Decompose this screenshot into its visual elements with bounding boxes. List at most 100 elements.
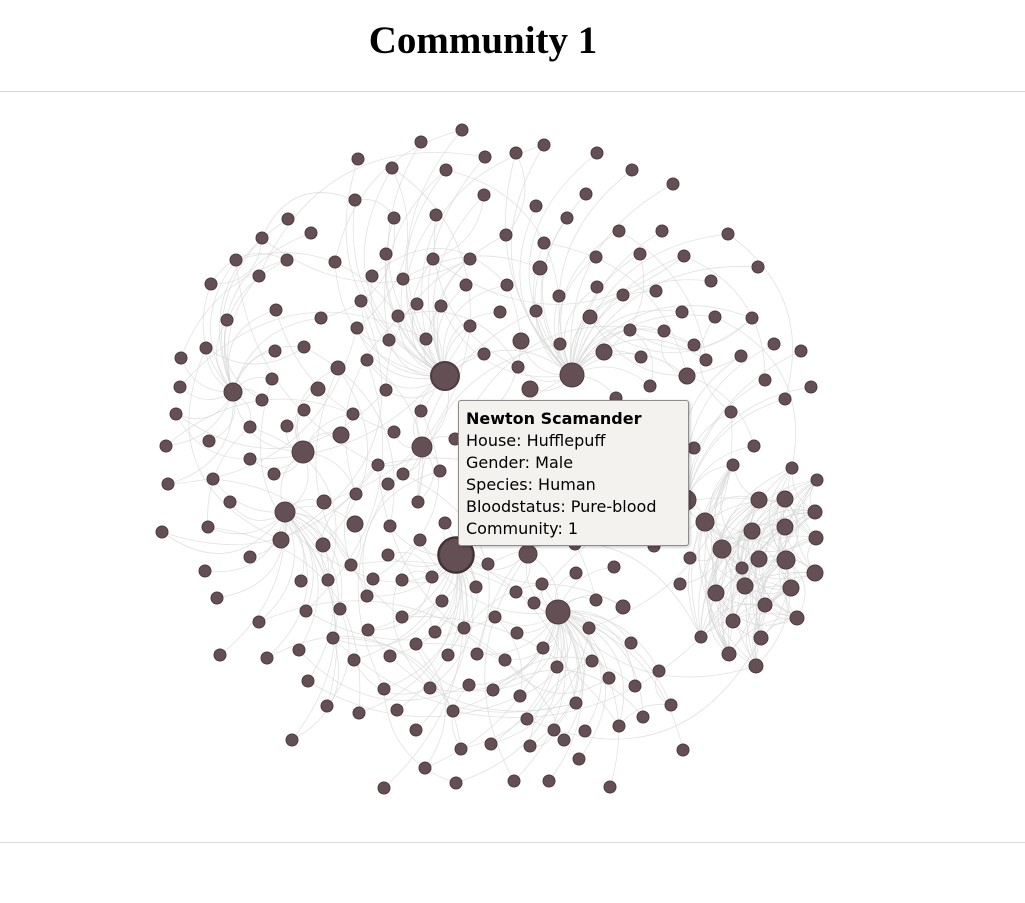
graph-node[interactable] [321,573,335,587]
graph-node[interactable] [354,294,368,308]
graph-node[interactable] [199,341,213,355]
graph-node[interactable] [603,780,617,794]
graph-node[interactable] [383,649,397,663]
graph-node[interactable] [255,231,269,245]
graph-node[interactable] [683,551,697,565]
graph-node[interactable] [173,380,187,394]
graph-node[interactable] [280,419,294,433]
graph-node[interactable] [265,372,279,386]
graph-node[interactable] [699,353,713,367]
graph-node[interactable] [439,163,453,177]
graph-node[interactable] [414,404,428,418]
graph-node[interactable] [463,252,477,266]
graph-node[interactable] [174,351,188,365]
graph-node[interactable] [395,573,409,587]
graph-node[interactable] [268,344,282,358]
graph-node[interactable] [537,138,551,152]
graph-node[interactable] [371,458,385,472]
graph-node[interactable] [806,564,824,582]
graph-node[interactable] [346,515,364,533]
graph-node[interactable] [559,362,585,388]
graph-node[interactable] [391,309,405,323]
graph-node[interactable] [513,689,527,703]
graph-node[interactable] [767,337,781,351]
graph-node[interactable] [438,516,452,530]
graph-node[interactable] [655,224,669,238]
graph-node[interactable] [602,671,616,685]
graph-node[interactable] [396,467,410,481]
graph-node[interactable] [509,146,523,160]
graph-node[interactable] [360,589,374,603]
graph-node[interactable] [687,338,701,352]
graph-node[interactable] [348,193,362,207]
graph-node[interactable] [252,615,266,629]
graph-node[interactable] [409,723,423,737]
graph-node[interactable] [169,407,183,421]
graph-node[interactable] [743,522,761,540]
graph-node[interactable] [330,360,346,376]
graph-node[interactable] [202,434,216,448]
graph-node[interactable] [366,572,380,586]
graph-node[interactable] [616,288,630,302]
graph-node[interactable] [649,284,663,298]
graph-node[interactable] [747,439,761,453]
graph-node[interactable] [352,706,366,720]
graph-node[interactable] [446,704,460,718]
graph-node[interactable] [810,473,824,487]
graph-node[interactable] [161,477,175,491]
graph-node[interactable] [750,491,768,509]
graph-node[interactable] [736,577,754,595]
graph-node[interactable] [413,533,427,547]
graph-node[interactable] [206,472,220,486]
graph-node[interactable] [624,636,638,650]
graph-node[interactable] [628,679,642,693]
graph-node[interactable] [430,361,460,391]
graph-node[interactable] [657,324,671,338]
graph-node[interactable] [500,278,514,292]
graph-node[interactable] [462,678,476,692]
graph-node[interactable] [223,382,243,402]
graph-node[interactable] [478,150,492,164]
graph-node[interactable] [281,212,295,226]
graph-node[interactable] [745,311,759,325]
graph-node[interactable] [557,733,571,747]
graph-node[interactable] [390,703,404,717]
graph-node[interactable] [553,337,567,351]
graph-node[interactable] [220,313,234,327]
graph-node[interactable] [532,260,548,276]
graph-node[interactable] [385,161,399,175]
graph-node[interactable] [381,477,395,491]
graph-node[interactable] [299,604,313,618]
graph-node[interactable] [625,163,639,177]
graph-node[interactable] [269,303,283,317]
graph-node[interactable] [419,332,433,346]
graph-node[interactable] [510,626,524,640]
graph-node[interactable] [704,274,718,288]
graph-node[interactable] [488,610,502,624]
graph-node[interactable] [344,558,358,572]
graph-node[interactable] [429,208,443,222]
graph-node[interactable] [518,544,538,564]
graph-node[interactable] [346,407,360,421]
graph-node[interactable] [267,467,281,481]
graph-node[interactable] [612,719,626,733]
graph-node[interactable] [523,739,537,753]
graph-node[interactable] [785,461,799,475]
graph-node[interactable] [243,420,257,434]
graph-node[interactable] [243,550,257,564]
graph-node[interactable] [804,380,818,394]
graph-node[interactable] [676,743,690,757]
graph-node[interactable] [673,577,687,591]
graph-node[interactable] [223,495,237,509]
graph-node[interactable] [383,519,397,533]
graph-node[interactable] [455,123,469,137]
graph-node[interactable] [425,570,439,584]
graph-node[interactable] [365,269,379,283]
graph-node[interactable] [707,584,725,602]
graph-node[interactable] [612,224,626,238]
graph-node[interactable] [379,247,393,261]
graph-node[interactable] [589,250,603,264]
graph-node[interactable] [776,518,794,536]
graph-node[interactable] [426,252,440,266]
graph-node[interactable] [459,278,473,292]
